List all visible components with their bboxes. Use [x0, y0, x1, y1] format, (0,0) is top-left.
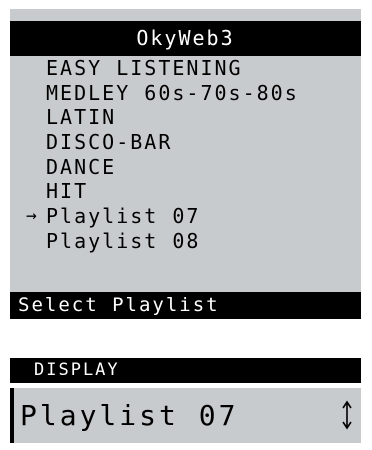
menu-item-disco-bar[interactable]: DISCO-BAR: [10, 130, 361, 155]
lcd-screen: OkyWeb3 EASY LISTENING MEDLEY 60s-70s-80…: [10, 9, 361, 319]
menu-item-label: HIT: [46, 179, 89, 204]
menu-item-label: Playlist 08: [46, 228, 201, 253]
display-field[interactable]: Playlist 07: [10, 388, 361, 443]
menu-item-hit[interactable]: HIT: [10, 179, 361, 204]
status-bar: Select Playlist: [10, 292, 361, 319]
menu-item-dance[interactable]: DANCE: [10, 155, 361, 180]
menu-item-medley[interactable]: MEDLEY 60s-70s-80s: [10, 81, 361, 106]
selection-arrow-icon: →: [26, 205, 37, 227]
display-label: DISPLAY: [10, 358, 361, 383]
playlist-menu: EASY LISTENING MEDLEY 60s-70s-80s LATIN …: [10, 56, 361, 254]
menu-item-label: MEDLEY 60s-70s-80s: [46, 80, 299, 105]
menu-item-label: Playlist 07: [46, 204, 201, 229]
menu-item-label: EASY LISTENING: [46, 56, 243, 80]
screen-title: OkyWeb3: [10, 21, 361, 56]
up-down-arrow-icon[interactable]: [341, 400, 353, 430]
menu-item-playlist-07[interactable]: → Playlist 07: [10, 204, 361, 229]
menu-item-easy-listening[interactable]: EASY LISTENING: [10, 56, 361, 81]
menu-item-label: LATIN: [46, 105, 117, 130]
menu-item-label: DISCO-BAR: [46, 130, 173, 155]
menu-item-playlist-08[interactable]: Playlist 08: [10, 229, 361, 254]
menu-item-label: DANCE: [46, 154, 117, 179]
display-value: Playlist 07: [20, 399, 239, 432]
menu-item-latin[interactable]: LATIN: [10, 105, 361, 130]
